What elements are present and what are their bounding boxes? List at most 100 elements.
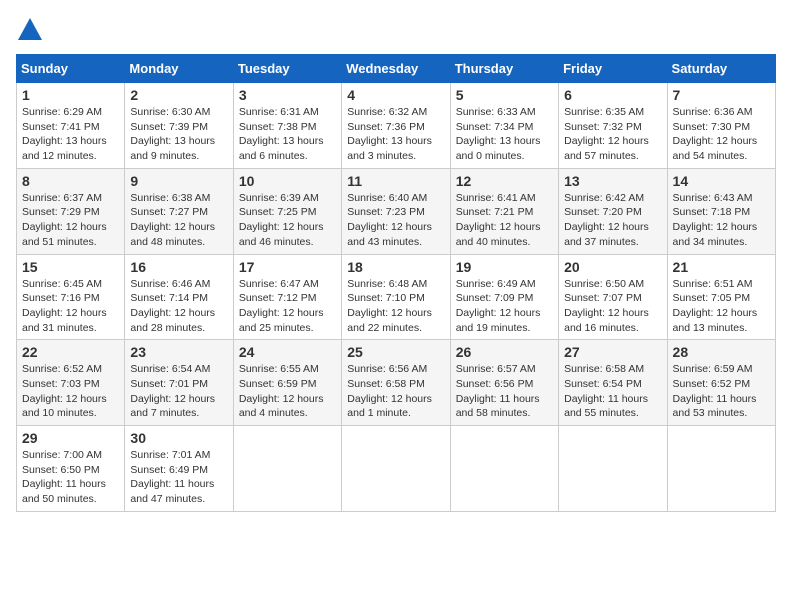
day-info: Sunrise: 6:40 AMSunset: 7:23 PMDaylight:… [347,191,444,250]
day-cell: 8Sunrise: 6:37 AMSunset: 7:29 PMDaylight… [17,168,125,254]
week-row-3: 15 Sunrise: 6:45 AMSunset: 7:16 PMDayligh… [17,254,776,340]
day-cell: 26Sunrise: 6:57 AMSunset: 6:56 PMDayligh… [450,340,558,426]
week-row-1: 1 Sunrise: 6:29 AMSunset: 7:41 PMDaylight… [17,83,776,169]
day-cell [233,426,341,512]
day-number: 12 [456,173,553,189]
logo-icon [16,16,44,44]
day-header-saturday: Saturday [667,55,775,83]
day-number: 28 [673,344,770,360]
day-info: Sunrise: 6:35 AMSunset: 7:32 PMDaylight:… [564,105,661,164]
day-info: Sunrise: 6:42 AMSunset: 7:20 PMDaylight:… [564,191,661,250]
day-number: 20 [564,259,661,275]
day-info: Sunrise: 6:36 AMSunset: 7:30 PMDaylight:… [673,105,770,164]
day-cell: 15 Sunrise: 6:45 AMSunset: 7:16 PMDayligh… [17,254,125,340]
day-cell [342,426,450,512]
day-number: 17 [239,259,336,275]
week-row-4: 22 Sunrise: 6:52 AMSunset: 7:03 PMDayligh… [17,340,776,426]
day-cell: 23 Sunrise: 6:54 AMSunset: 7:01 PMDayligh… [125,340,233,426]
day-cell: 3Sunrise: 6:31 AMSunset: 7:38 PMDaylight… [233,83,341,169]
day-number: 27 [564,344,661,360]
day-info: Sunrise: 6:56 AMSunset: 6:58 PMDaylight:… [347,362,444,421]
day-info: Sunrise: 6:37 AMSunset: 7:29 PMDaylight:… [22,191,119,250]
week-row-5: 29 Sunrise: 7:00 AMSunset: 6:50 PMDayligh… [17,426,776,512]
day-number: 19 [456,259,553,275]
day-info: Sunrise: 6:41 AMSunset: 7:21 PMDaylight:… [456,191,553,250]
header-row: SundayMondayTuesdayWednesdayThursdayFrid… [17,55,776,83]
day-cell: 27 Sunrise: 6:58 AMSunset: 6:54 PMDayligh… [559,340,667,426]
day-cell: 9Sunrise: 6:38 AMSunset: 7:27 PMDaylight… [125,168,233,254]
day-number: 22 [22,344,119,360]
day-cell: 16Sunrise: 6:46 AMSunset: 7:14 PMDayligh… [125,254,233,340]
day-info: Sunrise: 7:00 AMSunset: 6:50 PMDaylight:… [22,448,119,507]
day-info: Sunrise: 6:52 AMSunset: 7:03 PMDaylight:… [22,362,119,421]
day-cell: 5 Sunrise: 6:33 AMSunset: 7:34 PMDaylight… [450,83,558,169]
day-info: Sunrise: 6:33 AMSunset: 7:34 PMDaylight:… [456,105,553,164]
day-info: Sunrise: 6:51 AMSunset: 7:05 PMDaylight:… [673,277,770,336]
day-info: Sunrise: 6:46 AMSunset: 7:14 PMDaylight:… [130,277,227,336]
day-info: Sunrise: 6:48 AMSunset: 7:10 PMDaylight:… [347,277,444,336]
day-cell: 21 Sunrise: 6:51 AMSunset: 7:05 PMDayligh… [667,254,775,340]
calendar-table: SundayMondayTuesdayWednesdayThursdayFrid… [16,54,776,512]
day-number: 30 [130,430,227,446]
day-cell: 28Sunrise: 6:59 AMSunset: 6:52 PMDayligh… [667,340,775,426]
day-info: Sunrise: 6:31 AMSunset: 7:38 PMDaylight:… [239,105,336,164]
day-cell: 19 Sunrise: 6:49 AMSunset: 7:09 PMDayligh… [450,254,558,340]
day-info: Sunrise: 6:54 AMSunset: 7:01 PMDaylight:… [130,362,227,421]
day-cell: 6 Sunrise: 6:35 AMSunset: 7:32 PMDaylight… [559,83,667,169]
day-number: 6 [564,87,661,103]
day-info: Sunrise: 6:47 AMSunset: 7:12 PMDaylight:… [239,277,336,336]
day-number: 13 [564,173,661,189]
day-number: 7 [673,87,770,103]
day-number: 5 [456,87,553,103]
day-cell: 18 Sunrise: 6:48 AMSunset: 7:10 PMDayligh… [342,254,450,340]
day-number: 24 [239,344,336,360]
day-cell: 13 Sunrise: 6:42 AMSunset: 7:20 PMDayligh… [559,168,667,254]
header [16,16,776,44]
day-number: 26 [456,344,553,360]
day-number: 1 [22,87,119,103]
day-cell [667,426,775,512]
day-info: Sunrise: 6:43 AMSunset: 7:18 PMDaylight:… [673,191,770,250]
day-header-wednesday: Wednesday [342,55,450,83]
day-cell: 7 Sunrise: 6:36 AMSunset: 7:30 PMDaylight… [667,83,775,169]
week-row-2: 8Sunrise: 6:37 AMSunset: 7:29 PMDaylight… [17,168,776,254]
day-cell: 11 Sunrise: 6:40 AMSunset: 7:23 PMDayligh… [342,168,450,254]
day-cell [559,426,667,512]
day-number: 2 [130,87,227,103]
day-cell: 1 Sunrise: 6:29 AMSunset: 7:41 PMDaylight… [17,83,125,169]
day-info: Sunrise: 6:29 AMSunset: 7:41 PMDaylight:… [22,105,119,164]
day-info: Sunrise: 6:39 AMSunset: 7:25 PMDaylight:… [239,191,336,250]
day-number: 11 [347,173,444,189]
day-number: 18 [347,259,444,275]
day-header-tuesday: Tuesday [233,55,341,83]
day-cell: 10Sunrise: 6:39 AMSunset: 7:25 PMDayligh… [233,168,341,254]
day-cell: 4 Sunrise: 6:32 AMSunset: 7:36 PMDaylight… [342,83,450,169]
day-cell: 12 Sunrise: 6:41 AMSunset: 7:21 PMDayligh… [450,168,558,254]
day-cell: 25 Sunrise: 6:56 AMSunset: 6:58 PMDayligh… [342,340,450,426]
day-number: 4 [347,87,444,103]
day-cell: 24 Sunrise: 6:55 AMSunset: 6:59 PMDayligh… [233,340,341,426]
logo-area [16,16,48,44]
day-header-monday: Monday [125,55,233,83]
day-info: Sunrise: 6:30 AMSunset: 7:39 PMDaylight:… [130,105,227,164]
day-cell: 14Sunrise: 6:43 AMSunset: 7:18 PMDayligh… [667,168,775,254]
day-number: 9 [130,173,227,189]
day-info: Sunrise: 7:01 AMSunset: 6:49 PMDaylight:… [130,448,227,507]
day-number: 25 [347,344,444,360]
day-header-friday: Friday [559,55,667,83]
day-cell [450,426,558,512]
day-number: 23 [130,344,227,360]
day-info: Sunrise: 6:55 AMSunset: 6:59 PMDaylight:… [239,362,336,421]
day-cell: 2 Sunrise: 6:30 AMSunset: 7:39 PMDaylight… [125,83,233,169]
day-number: 15 [22,259,119,275]
day-info: Sunrise: 6:32 AMSunset: 7:36 PMDaylight:… [347,105,444,164]
day-info: Sunrise: 6:49 AMSunset: 7:09 PMDaylight:… [456,277,553,336]
day-info: Sunrise: 6:58 AMSunset: 6:54 PMDaylight:… [564,362,661,421]
day-cell: 22 Sunrise: 6:52 AMSunset: 7:03 PMDayligh… [17,340,125,426]
day-cell: 29 Sunrise: 7:00 AMSunset: 6:50 PMDayligh… [17,426,125,512]
day-number: 21 [673,259,770,275]
day-number: 29 [22,430,119,446]
day-cell: 20Sunrise: 6:50 AMSunset: 7:07 PMDayligh… [559,254,667,340]
day-cell: 17 Sunrise: 6:47 AMSunset: 7:12 PMDayligh… [233,254,341,340]
day-info: Sunrise: 6:45 AMSunset: 7:16 PMDaylight:… [22,277,119,336]
